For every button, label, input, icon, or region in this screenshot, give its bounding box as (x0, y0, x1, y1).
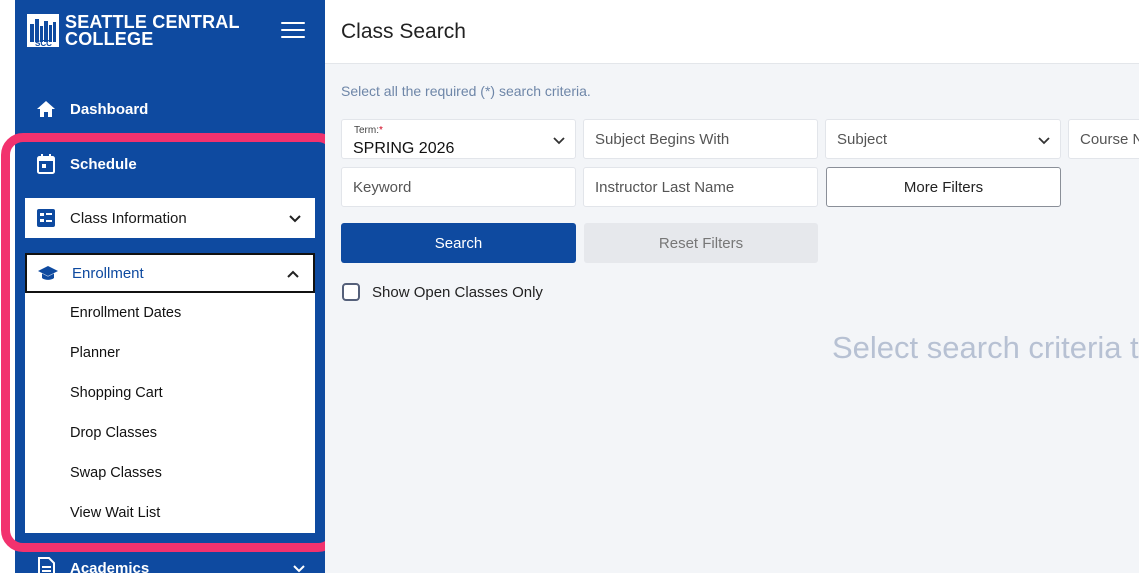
show-open-classes-row[interactable]: Show Open Classes Only (342, 283, 543, 301)
sidebar-link-shopping-cart[interactable]: Shopping Cart (25, 373, 315, 413)
page-header: Class Search (325, 0, 1139, 64)
page-title: Class Search (341, 20, 466, 43)
sidebar-link-drop-classes[interactable]: Drop Classes (25, 413, 315, 453)
home-icon (35, 98, 57, 120)
empty-state-message: Select search criteria to v (832, 330, 1139, 365)
sidebar-item-label: Academics (70, 559, 150, 573)
sidebar-link-enrollment-dates[interactable]: Enrollment Dates (25, 293, 315, 333)
class-information-toggle[interactable]: Class Information (25, 198, 315, 238)
chevron-down-icon (551, 132, 567, 148)
list-icon (35, 207, 57, 229)
class-information-label: Class Information (70, 209, 187, 227)
show-open-classes-label: Show Open Classes Only (372, 283, 543, 301)
show-open-classes-checkbox[interactable] (342, 283, 360, 301)
term-label-text: Term: (354, 125, 379, 136)
term-value: SPRING 2026 (353, 140, 455, 157)
graduation-cap-icon (37, 262, 59, 284)
sidebar: SCC SEATTLE CENTRAL COLLEGE Dashboard Sc… (15, 0, 325, 573)
svg-text:SCC: SCC (35, 39, 52, 47)
subject-placeholder: Subject (837, 130, 888, 148)
term-select[interactable]: Term:* SPRING 2026 (341, 119, 576, 159)
reset-filters-button[interactable]: Reset Filters (584, 223, 818, 263)
sidebar-item-schedule[interactable]: Schedule (15, 144, 325, 184)
subject-select[interactable]: Subject (825, 119, 1061, 159)
instructor-last-name-input[interactable]: Instructor Last Name (583, 167, 818, 207)
college-name-line2: COLLEGE (65, 29, 154, 49)
sidebar-item-label: Schedule (70, 155, 137, 173)
window-edge (0, 0, 15, 573)
college-logo[interactable]: SCC SEATTLE CENTRAL COLLEGE (27, 13, 240, 49)
class-information-section: Class Information (25, 198, 315, 238)
sidebar-link-view-wait-list[interactable]: View Wait List (25, 493, 315, 533)
sidebar-link-swap-classes[interactable]: Swap Classes (25, 453, 315, 493)
chevron-down-icon (291, 560, 307, 573)
chevron-down-icon (1036, 132, 1052, 148)
subject-begins-with-placeholder: Subject Begins With (595, 130, 730, 148)
required-mark: * (379, 125, 383, 136)
sidebar-item-academics[interactable]: Academics (15, 548, 325, 573)
instructor-placeholder: Instructor Last Name (595, 178, 735, 196)
main-content: Class Search Select all the required (*)… (325, 0, 1139, 573)
enrollment-toggle[interactable]: Enrollment (25, 253, 315, 293)
chevron-down-icon (287, 210, 303, 226)
keyword-placeholder: Keyword (353, 178, 412, 196)
enrollment-label: Enrollment (72, 264, 144, 282)
hamburger-menu-icon[interactable] (281, 22, 305, 40)
sidebar-item-label: Dashboard (70, 100, 149, 118)
sidebar-link-planner[interactable]: Planner (25, 333, 315, 373)
calendar-icon (35, 153, 57, 175)
sidebar-item-dashboard[interactable]: Dashboard (15, 89, 325, 129)
search-criteria-hint: Select all the required (*) search crite… (341, 83, 591, 99)
course-number-placeholder: Course N (1080, 130, 1139, 148)
enrollment-section: Enrollment Enrollment Dates Planner Shop… (25, 253, 315, 533)
subject-begins-with-input[interactable]: Subject Begins With (583, 119, 818, 159)
document-icon (35, 557, 57, 573)
course-number-input[interactable]: Course N (1068, 119, 1139, 159)
search-button[interactable]: Search (341, 223, 576, 263)
chevron-up-icon (285, 267, 301, 283)
more-filters-button[interactable]: More Filters (826, 167, 1061, 207)
skyline-logo-icon: SCC (27, 14, 59, 48)
college-name: SEATTLE CENTRAL COLLEGE (65, 13, 240, 49)
term-label: Term:* (354, 125, 383, 136)
keyword-input[interactable]: Keyword (341, 167, 576, 207)
